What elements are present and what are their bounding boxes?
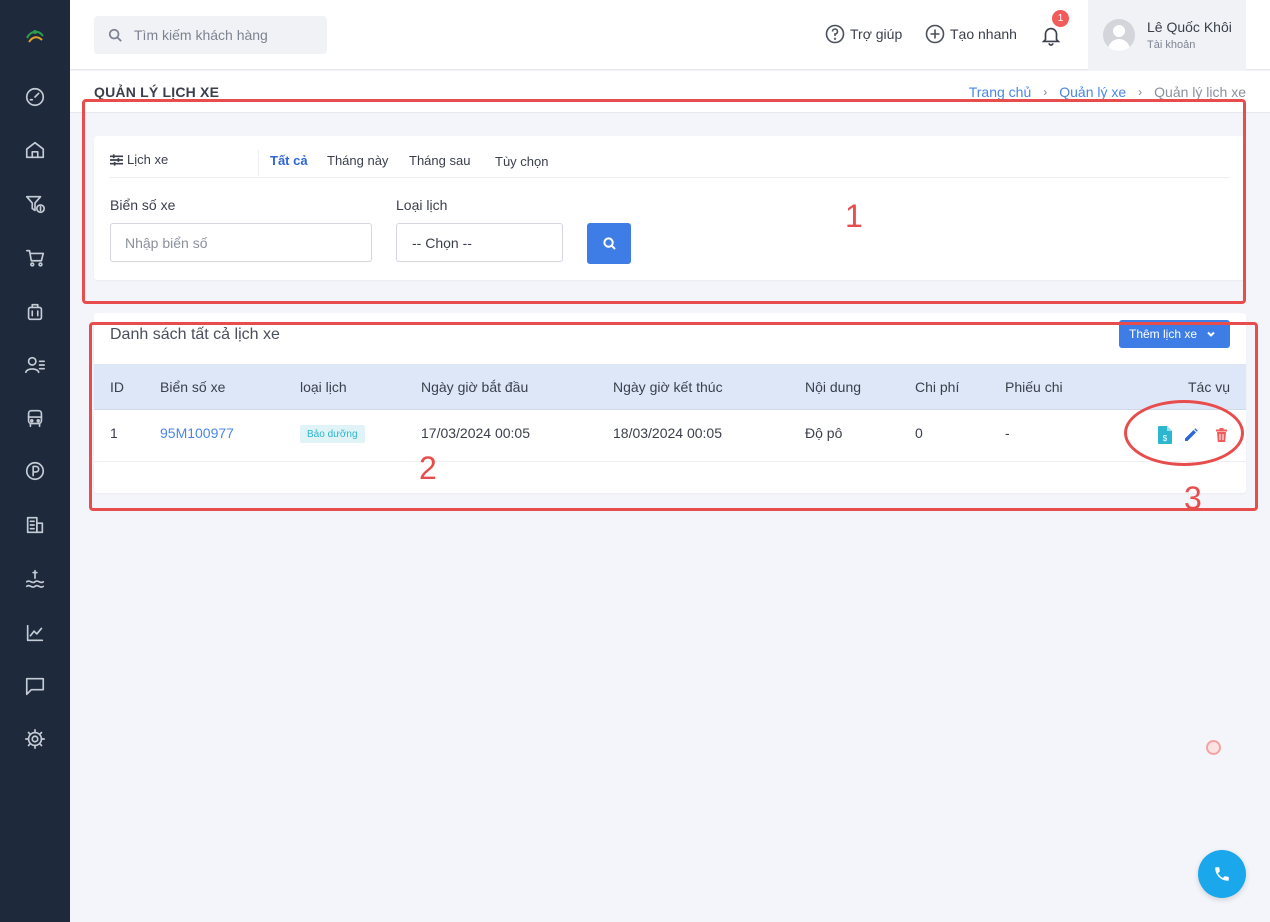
table-header: ID Biển số xe loại lịch Ngày giờ bắt đầu…	[94, 364, 1246, 410]
cell-content: Độ pô	[805, 425, 843, 441]
quick-create-label: Tạo nhanh	[950, 26, 1017, 42]
search-icon	[108, 28, 122, 42]
page-header: QUẢN LÝ LỊCH XE Trang chủ › Quản lý xe ›…	[70, 71, 1270, 113]
annotation-number-3: 3	[1184, 480, 1202, 516]
help-label: Trợ giúp	[850, 26, 903, 42]
chevron-right-icon: ›	[1138, 85, 1143, 99]
plate-label: Biển số xe	[110, 197, 176, 213]
tab-custom[interactable]: Tùy chọn	[495, 154, 548, 169]
vehicle-icon[interactable]	[23, 406, 47, 430]
sliders-icon	[110, 153, 123, 166]
edit-pencil-icon[interactable]	[1183, 426, 1199, 444]
col-plate: Biển số xe	[160, 379, 226, 395]
search-button[interactable]	[587, 223, 631, 264]
chevron-right-icon: ›	[1043, 85, 1048, 99]
col-content: Nội dung	[805, 379, 862, 395]
breadcrumb-current: Quản lý lịch xe	[1154, 84, 1246, 100]
search-icon	[602, 237, 616, 250]
filter-tabs: Lịch xe Tất cả Tháng này Tháng sau Tùy c…	[110, 136, 1230, 178]
finance-wave-icon[interactable]	[23, 567, 47, 591]
phone-icon	[1215, 867, 1229, 881]
breadcrumb: Trang chủ › Quản lý xe › Quản lý lịch xe	[969, 84, 1246, 100]
svg-text:$: $	[1163, 434, 1168, 443]
chart-icon[interactable]	[23, 621, 47, 645]
delete-trash-icon[interactable]	[1213, 426, 1229, 444]
col-actions: Tác vụ	[1188, 379, 1231, 395]
briefcase-icon[interactable]	[23, 300, 47, 324]
schedule-type-badge: Bảo dưỡng	[300, 425, 365, 443]
filter-panel: Lịch xe Tất cả Tháng này Tháng sau Tùy c…	[94, 136, 1246, 280]
col-start: Ngày giờ bắt đầu	[421, 379, 529, 395]
call-button[interactable]	[1198, 850, 1246, 898]
tab-next-month[interactable]: Tháng sau	[409, 153, 470, 168]
col-id: ID	[110, 379, 124, 395]
help-link[interactable]: Trợ giúp	[825, 24, 902, 44]
table-row: 1 95M100977 Bảo dưỡng 17/03/2024 00:05 1…	[94, 410, 1246, 462]
cell-id: 1	[110, 425, 118, 441]
quick-create-link[interactable]: Tạo nhanh	[925, 24, 1017, 44]
customer-search-input[interactable]	[134, 27, 314, 43]
user-name: Lê Quốc Khôi	[1147, 19, 1232, 35]
col-voucher: Phiếu chi	[1005, 379, 1063, 395]
filter-lead: Lịch xe	[110, 152, 168, 167]
plus-circle-icon	[925, 24, 945, 44]
cell-start: 17/03/2024 00:05	[421, 425, 530, 441]
schedule-type-select[interactable]: -- Chọn --	[396, 223, 563, 262]
col-end: Ngày giờ kết thúc	[613, 379, 723, 395]
col-cost: Chi phí	[915, 379, 960, 395]
settings-gear-icon[interactable]	[23, 727, 47, 751]
invoice-document-icon[interactable]: $	[1157, 426, 1173, 444]
notification-bell-icon[interactable]	[1040, 24, 1062, 46]
breadcrumb-home[interactable]: Trang chủ	[969, 84, 1032, 100]
app-logo[interactable]	[23, 24, 47, 48]
tab-divider	[258, 150, 259, 176]
topbar: Trợ giúp Tạo nhanh 1 Lê Quốc Khôi Tài kh…	[70, 0, 1270, 70]
breadcrumb-vehicles[interactable]: Quản lý xe	[1059, 84, 1126, 100]
notification-count-badge: 1	[1052, 10, 1069, 27]
cell-voucher: -	[1005, 425, 1010, 441]
home-icon[interactable]	[23, 138, 47, 162]
user-role: Tài khoản	[1147, 39, 1196, 51]
user-menu[interactable]: Lê Quốc Khôi Tài khoản	[1088, 0, 1246, 70]
col-type: loại lịch	[300, 379, 347, 395]
floating-indicator-icon[interactable]	[1206, 740, 1221, 755]
add-schedule-label: Thêm lịch xe	[1129, 327, 1198, 341]
schedule-list-panel: Danh sách tất cả lịch xe Thêm lịch xe ID…	[94, 313, 1246, 493]
filter-lead-label: Lịch xe	[127, 152, 169, 167]
staff-list-icon[interactable]	[23, 353, 47, 377]
plate-input[interactable]	[110, 223, 372, 262]
parking-icon[interactable]	[23, 459, 47, 483]
annotation-number-2: 2	[419, 450, 437, 486]
message-icon[interactable]	[23, 674, 47, 698]
add-schedule-button[interactable]: Thêm lịch xe	[1119, 320, 1230, 348]
cell-plate-link[interactable]: 95M100977	[160, 425, 234, 441]
page-title: QUẢN LÝ LỊCH XE	[94, 84, 220, 100]
dashboard-gauge-icon[interactable]	[23, 85, 47, 109]
cost-filter-icon[interactable]	[23, 192, 47, 216]
cell-end: 18/03/2024 00:05	[613, 425, 722, 441]
schedule-type-label: Loại lịch	[396, 197, 448, 213]
customer-search[interactable]	[94, 16, 327, 54]
help-circle-icon	[825, 24, 845, 44]
list-title: Danh sách tất cả lịch xe	[110, 326, 280, 343]
tab-all[interactable]: Tất cả	[270, 153, 308, 168]
tab-this-month[interactable]: Tháng này	[327, 153, 388, 168]
cell-cost: 0	[915, 425, 923, 441]
annotation-number-1: 1	[845, 198, 863, 234]
sidebar	[0, 0, 70, 922]
avatar	[1103, 19, 1135, 51]
cart-icon[interactable]	[23, 246, 47, 270]
building-icon[interactable]	[23, 513, 47, 537]
chevron-down-icon	[1207, 331, 1215, 337]
